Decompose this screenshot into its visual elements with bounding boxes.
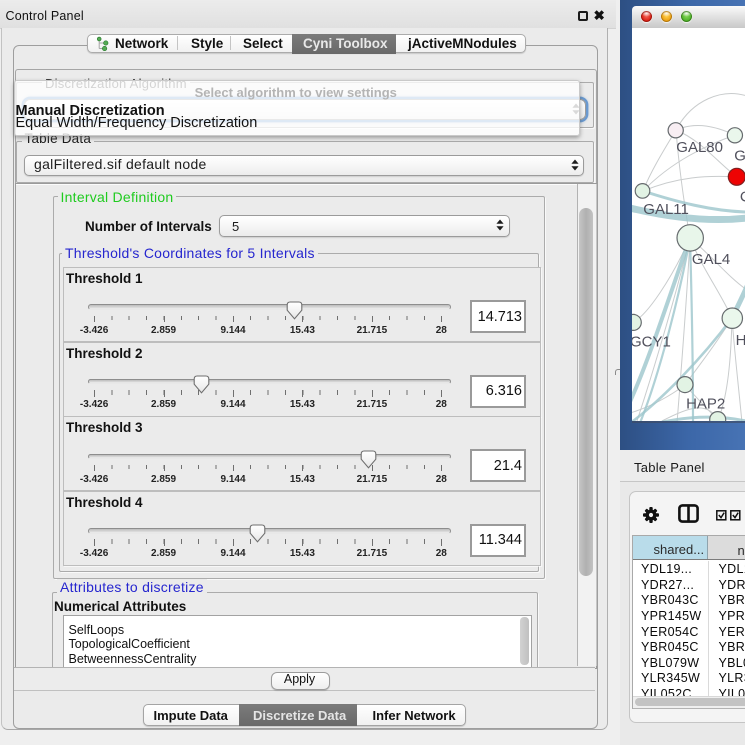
svg-text:CY: CY bbox=[740, 188, 745, 205]
svg-text:GAL4: GAL4 bbox=[692, 251, 730, 268]
svg-text:GAL80: GAL80 bbox=[676, 139, 723, 156]
svg-text:H: H bbox=[736, 332, 745, 349]
svg-text:GA: GA bbox=[734, 147, 745, 164]
svg-text:HAP2: HAP2 bbox=[686, 395, 725, 412]
svg-text:GCY1: GCY1 bbox=[632, 333, 671, 350]
svg-text:GAL11: GAL11 bbox=[643, 201, 689, 218]
